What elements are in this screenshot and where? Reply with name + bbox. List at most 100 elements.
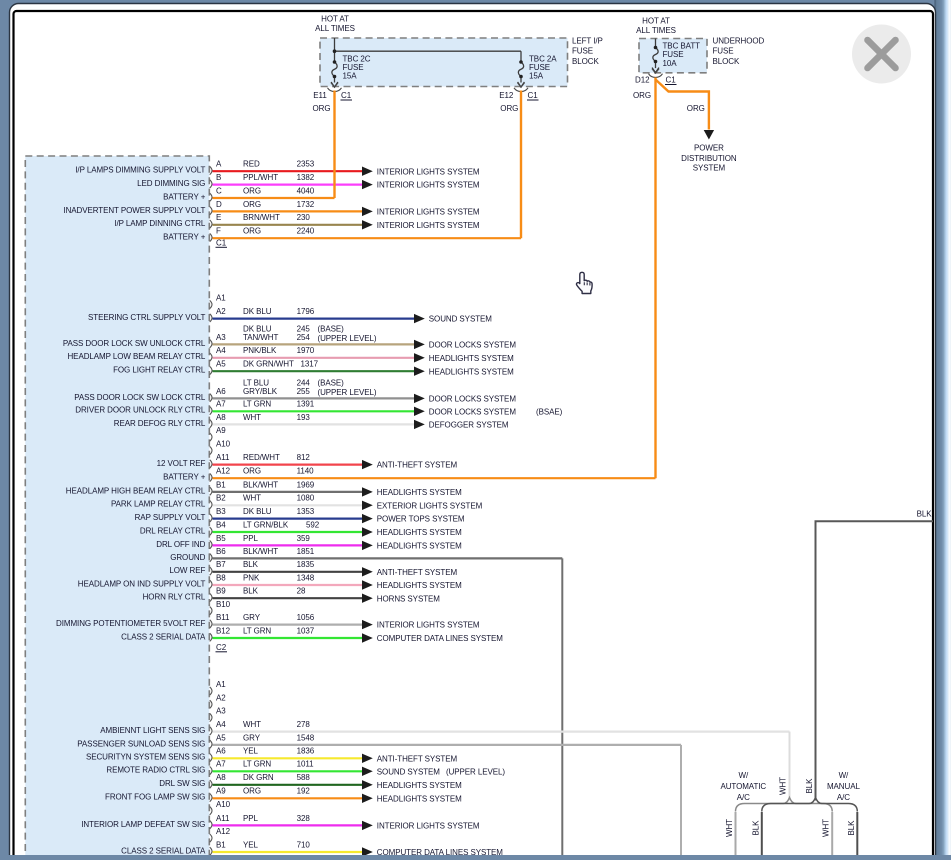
svg-text:DK GRN/WHT: DK GRN/WHT — [243, 360, 294, 369]
svg-text:DOOR LOCKS SYSTEM: DOOR LOCKS SYSTEM — [429, 341, 517, 350]
svg-text:588: 588 — [297, 773, 311, 782]
svg-text:SOUND SYSTEM: SOUND SYSTEM — [377, 767, 440, 776]
svg-text:PASSENGER SUNLOAD SENS SIG: PASSENGER SUNLOAD SENS SIG — [77, 739, 205, 748]
svg-text:B11: B11 — [216, 613, 230, 622]
svg-text:E11: E11 — [313, 91, 327, 100]
svg-text:HOT AT: HOT AT — [321, 15, 349, 24]
svg-text:1836: 1836 — [297, 747, 315, 756]
svg-text:ANTI-THEFT SYSTEM: ANTI-THEFT SYSTEM — [377, 461, 458, 470]
svg-text:(BASE): (BASE) — [318, 325, 345, 334]
svg-text:B2: B2 — [216, 494, 226, 503]
svg-text:WHT: WHT — [822, 819, 831, 837]
svg-text:INTERIOR LIGHTS SYSTEM: INTERIOR LIGHTS SYSTEM — [377, 167, 480, 176]
svg-text:GROUND: GROUND — [170, 553, 205, 562]
svg-text:4040: 4040 — [297, 186, 315, 195]
svg-text:B1: B1 — [216, 480, 226, 489]
svg-text:HEADLIGHTS SYSTEM: HEADLIGHTS SYSTEM — [429, 367, 514, 376]
svg-text:D: D — [216, 200, 222, 209]
svg-text:812: 812 — [297, 453, 311, 462]
svg-text:359: 359 — [297, 534, 311, 543]
svg-text:2240: 2240 — [297, 227, 315, 236]
svg-text:LT GRN: LT GRN — [243, 400, 271, 409]
svg-text:HEADLAMP HIGH BEAM RELAY CTRL: HEADLAMP HIGH BEAM RELAY CTRL — [66, 486, 206, 495]
svg-text:DK GRN: DK GRN — [243, 773, 274, 782]
svg-text:CLASS 2 SERIAL DATA: CLASS 2 SERIAL DATA — [121, 846, 206, 855]
svg-text:SYSTEM: SYSTEM — [693, 164, 726, 173]
svg-text:LEFT I/P: LEFT I/P — [572, 36, 603, 45]
svg-text:COMPUTER DATA LINES SYSTEM: COMPUTER DATA LINES SYSTEM — [377, 634, 504, 643]
svg-text:WHT: WHT — [725, 819, 734, 837]
svg-text:INTERIOR LIGHTS SYSTEM: INTERIOR LIGHTS SYSTEM — [377, 221, 480, 230]
svg-text:DRL OFF IND: DRL OFF IND — [156, 540, 205, 549]
svg-text:A6: A6 — [216, 747, 226, 756]
svg-text:B3: B3 — [216, 507, 226, 516]
svg-text:HORNS SYSTEM: HORNS SYSTEM — [377, 594, 440, 603]
svg-text:B10: B10 — [216, 600, 231, 609]
svg-text:BLK: BLK — [751, 820, 760, 836]
svg-text:A3: A3 — [216, 707, 226, 716]
svg-text:WHT: WHT — [243, 720, 261, 729]
svg-text:1835: 1835 — [297, 560, 315, 569]
svg-text:HOT AT: HOT AT — [642, 17, 670, 26]
svg-text:HEADLIGHTS SYSTEM: HEADLIGHTS SYSTEM — [377, 781, 462, 790]
svg-text:ORG: ORG — [243, 787, 261, 796]
svg-text:STEERING CTRL SUPPLY VOLT: STEERING CTRL SUPPLY VOLT — [88, 313, 205, 322]
svg-text:A10: A10 — [216, 440, 231, 449]
svg-text:HEADLIGHTS SYSTEM: HEADLIGHTS SYSTEM — [377, 528, 462, 537]
svg-text:FUSE: FUSE — [529, 63, 550, 72]
svg-text:LT GRN: LT GRN — [243, 760, 271, 769]
svg-text:A5: A5 — [216, 360, 226, 369]
svg-text:DRL SW SIG: DRL SW SIG — [159, 779, 205, 788]
svg-text:DEFOGGER SYSTEM: DEFOGGER SYSTEM — [429, 421, 509, 430]
svg-text:1796: 1796 — [297, 307, 315, 316]
svg-text:A7: A7 — [216, 400, 226, 409]
svg-text:710: 710 — [297, 840, 311, 849]
svg-text:A/C: A/C — [837, 793, 850, 802]
svg-text:FOG LIGHT RELAY CTRL: FOG LIGHT RELAY CTRL — [113, 366, 206, 375]
svg-text:GRY/BLK: GRY/BLK — [243, 387, 278, 396]
svg-text:1851: 1851 — [297, 547, 315, 556]
svg-text:DK BLU: DK BLU — [243, 507, 272, 516]
svg-text:DIMMING POTENTIOMETER 5VOLT RE: DIMMING POTENTIOMETER 5VOLT REF — [56, 619, 205, 628]
svg-text:REMOTE RADIO CTRL SIG: REMOTE RADIO CTRL SIG — [106, 766, 205, 775]
svg-text:1382: 1382 — [297, 173, 315, 182]
svg-text:HEADLIGHTS SYSTEM: HEADLIGHTS SYSTEM — [377, 542, 462, 551]
svg-text:A1: A1 — [216, 294, 226, 303]
svg-text:PASS DOOR LOCK SW UNLOCK CTRL: PASS DOOR LOCK SW UNLOCK CTRL — [63, 339, 206, 348]
svg-text:10A: 10A — [663, 59, 678, 68]
svg-text:BATTERY +: BATTERY + — [163, 473, 206, 482]
svg-text:HEADLIGHTS SYSTEM: HEADLIGHTS SYSTEM — [429, 354, 514, 363]
svg-text:1348: 1348 — [297, 573, 315, 582]
svg-text:DISTRIBUTION: DISTRIBUTION — [681, 154, 737, 163]
svg-text:INTERIOR LIGHTS SYSTEM: INTERIOR LIGHTS SYSTEM — [377, 822, 480, 831]
svg-text:ALL TIMES: ALL TIMES — [636, 26, 676, 35]
svg-text:FUSE: FUSE — [343, 63, 364, 72]
svg-text:MANUAL: MANUAL — [827, 782, 860, 791]
svg-text:UNDERHOOD: UNDERHOOD — [713, 36, 765, 45]
svg-text:ANTI-THEFT SYSTEM: ANTI-THEFT SYSTEM — [377, 568, 458, 577]
svg-text:REAR DEFOG RLY CTRL: REAR DEFOG RLY CTRL — [114, 419, 206, 428]
svg-text:PNK/BLK: PNK/BLK — [243, 346, 277, 355]
svg-text:YEL: YEL — [243, 840, 259, 849]
svg-text:RED: RED — [243, 160, 260, 169]
svg-text:INTERIOR LIGHTS SYSTEM: INTERIOR LIGHTS SYSTEM — [377, 208, 480, 217]
svg-text:BATTERY +: BATTERY + — [163, 233, 206, 242]
svg-text:BLK: BLK — [805, 778, 814, 794]
svg-text:1391: 1391 — [297, 400, 315, 409]
svg-text:A11: A11 — [216, 814, 230, 823]
svg-text:B5: B5 — [216, 534, 226, 543]
svg-text:A9: A9 — [216, 787, 226, 796]
svg-text:A6: A6 — [216, 387, 226, 396]
svg-text:RED/WHT: RED/WHT — [243, 453, 280, 462]
svg-text:BLOCK: BLOCK — [713, 57, 740, 66]
svg-text:BLK: BLK — [847, 820, 856, 836]
svg-text:15A: 15A — [343, 72, 358, 81]
svg-text:GRY: GRY — [243, 733, 261, 742]
svg-text:1317: 1317 — [301, 360, 319, 369]
svg-text:C1: C1 — [528, 91, 539, 100]
svg-text:HEADLAMP LOW BEAM RELAY CTRL: HEADLAMP LOW BEAM RELAY CTRL — [67, 352, 205, 361]
svg-text:B6: B6 — [216, 547, 226, 556]
svg-text:PPL/WHT: PPL/WHT — [243, 173, 278, 182]
svg-text:C1: C1 — [216, 239, 227, 248]
svg-text:A12: A12 — [216, 467, 231, 476]
